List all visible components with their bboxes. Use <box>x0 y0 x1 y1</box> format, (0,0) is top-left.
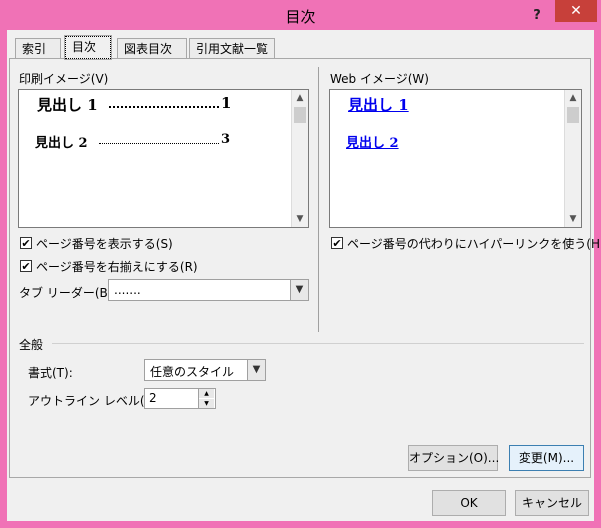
print-preview-scrollbar[interactable]: ▲ ▼ <box>291 90 308 227</box>
show-page-numbers-label[interactable]: ページ番号を表示する(S) <box>36 235 173 252</box>
general-divider <box>52 343 584 344</box>
help-icon[interactable]: ? <box>530 8 544 24</box>
scroll-thumb[interactable] <box>294 107 306 123</box>
print-preview-leader-1 <box>109 106 219 108</box>
stepper-buttons: ▲ ▼ <box>198 389 215 408</box>
ok-button[interactable]: OK <box>432 490 506 516</box>
chevron-down-icon[interactable]: ▼ <box>290 280 308 300</box>
title-bar[interactable]: 目次 ? ✕ <box>0 0 601 30</box>
print-preview-entry-2: 見出し 2 <box>35 136 88 151</box>
tab-index[interactable]: 索引 <box>15 38 61 58</box>
scroll-up-icon[interactable]: ▲ <box>565 90 581 106</box>
close-button[interactable]: ✕ <box>555 0 597 22</box>
tab-table-of-authorities[interactable]: 引用文献一覧 <box>189 38 275 58</box>
use-hyperlinks-checkbox[interactable]: ✔ <box>331 237 343 249</box>
tab-leader-value: ....... <box>114 283 141 297</box>
print-preview-entry-1: 見出し 1 <box>37 96 98 114</box>
stepper-up-icon[interactable]: ▲ <box>199 389 214 398</box>
use-hyperlinks-label[interactable]: ページ番号の代わりにハイパーリンクを使う(H) <box>347 235 601 252</box>
print-preview-box: 見出し 1 1 見出し 2 3 ▲ ▼ <box>18 89 309 228</box>
tab-leader-select[interactable]: ....... ▼ <box>108 279 309 301</box>
print-preview-page-1: 1 <box>221 94 232 112</box>
scroll-up-icon[interactable]: ▲ <box>292 90 308 106</box>
scroll-thumb[interactable] <box>567 107 579 123</box>
toc-dialog: 目次 ? ✕ 索引 目次 図表目次 引用文献一覧 印刷イメージ(V) 見出し 1… <box>0 0 601 528</box>
scroll-down-icon[interactable]: ▼ <box>292 211 308 227</box>
right-align-label[interactable]: ページ番号を右揃えにする(R) <box>36 258 198 275</box>
web-preview-box: 見出し 1 見出し 2 ▲ ▼ <box>329 89 582 228</box>
dialog-client: 索引 目次 図表目次 引用文献一覧 印刷イメージ(V) 見出し 1 1 見出し … <box>7 30 601 521</box>
dialog-title: 目次 <box>285 8 316 26</box>
web-preview-link-2[interactable]: 見出し 2 <box>346 132 399 151</box>
scroll-down-icon[interactable]: ▼ <box>565 211 581 227</box>
tab-panel: 印刷イメージ(V) 見出し 1 1 見出し 2 3 ▲ ▼ ✔ ページ番号を表示… <box>9 58 601 478</box>
chevron-down-icon[interactable]: ▼ <box>247 360 265 380</box>
right-align-checkbox[interactable]: ✔ <box>20 260 32 272</box>
cancel-button[interactable]: キャンセル <box>515 490 589 516</box>
tab-toc[interactable]: 目次 <box>64 35 112 60</box>
tab-table-of-figures[interactable]: 図表目次 <box>117 38 187 58</box>
print-preview-leader-2 <box>99 143 219 144</box>
format-select[interactable]: 任意のスタイル ▼ <box>144 359 266 381</box>
show-page-numbers-checkbox[interactable]: ✔ <box>20 237 32 249</box>
format-label: 書式(T): <box>28 366 73 380</box>
stepper-down-icon[interactable]: ▼ <box>199 399 214 408</box>
outline-level-stepper[interactable]: 2 ▲ ▼ <box>144 388 216 409</box>
tab-leader-label: タブ リーダー(B): <box>19 286 117 300</box>
general-section-label: 全般 <box>19 338 44 352</box>
print-preview-page-2: 3 <box>221 132 231 147</box>
outline-level-value[interactable]: 2 <box>149 391 157 405</box>
web-preview-label: Web イメージ(W) <box>330 72 429 86</box>
column-divider <box>318 67 319 332</box>
web-preview-link-1[interactable]: 見出し 1 <box>348 94 409 115</box>
options-button[interactable]: オプション(O)... <box>408 445 499 471</box>
outline-level-label: アウトライン レベル(L): <box>28 394 160 408</box>
modify-button[interactable]: 変更(M)... <box>509 445 584 471</box>
format-value: 任意のスタイル <box>150 365 235 379</box>
print-preview-label: 印刷イメージ(V) <box>19 72 109 86</box>
web-preview-scrollbar[interactable]: ▲ ▼ <box>564 90 581 227</box>
